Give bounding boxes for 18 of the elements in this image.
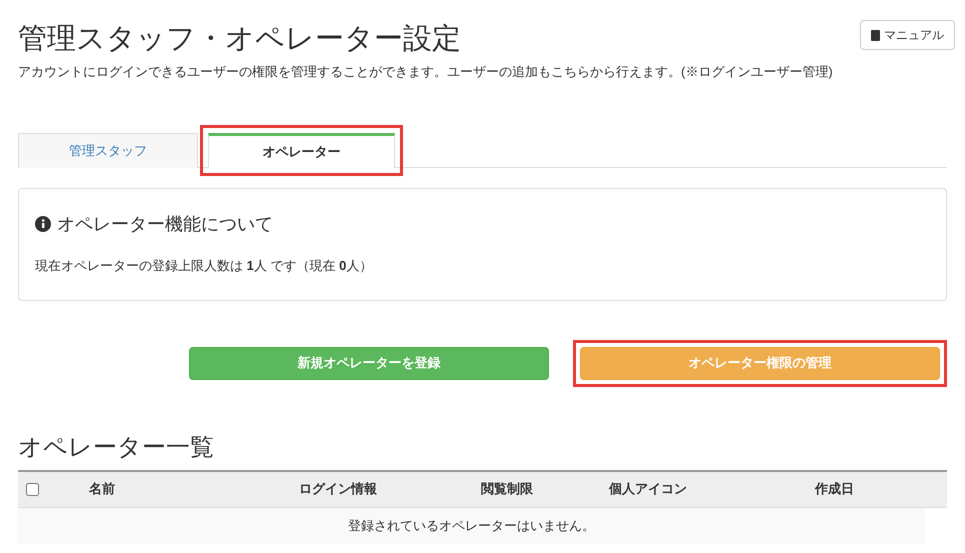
empty-row: 登録されているオペレーターはいません。 [18, 508, 925, 544]
column-header: 個人アイコン [609, 481, 687, 496]
info-icon [35, 216, 51, 232]
column-header: ログイン情報 [299, 481, 377, 496]
column-header: 作成日 [815, 481, 854, 496]
list-heading: オペレーター一覧 [18, 432, 215, 462]
tab[interactable]: 管理スタッフ [18, 132, 198, 168]
book-icon [871, 30, 880, 40]
action-button[interactable]: 新規オペレーターを登録 [189, 346, 549, 380]
tab[interactable]: オペレーター [208, 132, 395, 168]
page-title: 管理スタッフ・オペレーター設定 [18, 22, 461, 57]
page-description: アカウントにログインできるユーザーの権限を管理することができます。ユーザーの追加もこちらから行えます。(※ログインユーザー管理) [18, 63, 834, 81]
select-all-checkbox[interactable] [26, 482, 39, 496]
column-header: 閲覧制限 [481, 481, 533, 496]
manual-button[interactable]: マニュアル [860, 20, 955, 50]
info-text: 現在オペレーターの登録上限人数は 1人 です（現在 0人） [35, 256, 374, 274]
column-header: 名前 [89, 481, 115, 496]
info-title: オペレーター機能について [57, 212, 273, 236]
